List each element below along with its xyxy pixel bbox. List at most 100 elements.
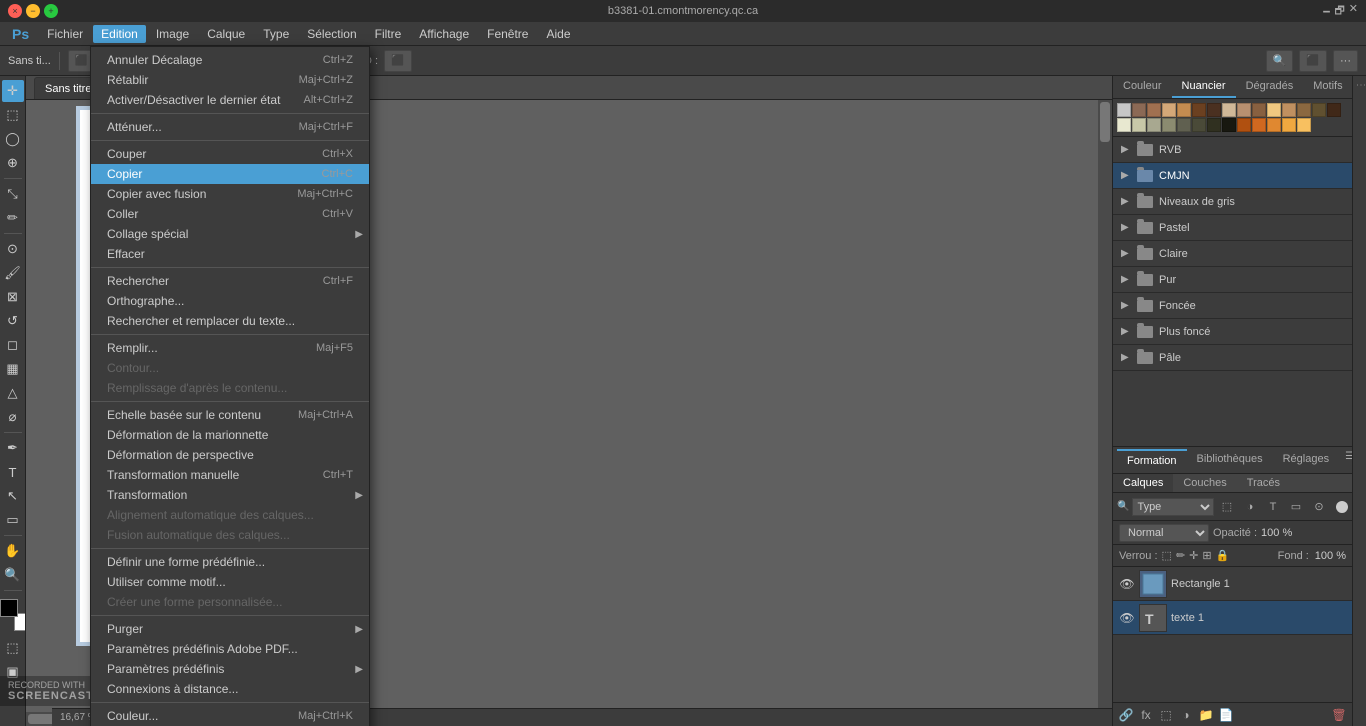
lasso-tool[interactable]: ◯ xyxy=(2,128,24,150)
swatch-28[interactable] xyxy=(1297,118,1311,132)
eyedropper-tool[interactable]: ✏ xyxy=(2,207,24,229)
menu-connexions[interactable]: Connexions à distance... xyxy=(91,679,369,699)
minimize-button[interactable]: − xyxy=(26,4,40,18)
swatch-18[interactable] xyxy=(1147,118,1161,132)
layer-texte1[interactable]: 👁 T texte 1 xyxy=(1113,601,1352,635)
move-tool[interactable]: ✛ xyxy=(2,80,24,102)
path-select-tool[interactable]: ↖ xyxy=(2,485,24,507)
text-tool[interactable]: T xyxy=(2,461,24,483)
layer-tool-adjust[interactable]: ◑ xyxy=(1240,497,1260,517)
mode3d-button[interactable]: ⬛ xyxy=(384,50,412,72)
menu-copier[interactable]: Copier Ctrl+C xyxy=(91,164,369,184)
swatch-20[interactable] xyxy=(1177,118,1191,132)
swatch-21[interactable] xyxy=(1192,118,1206,132)
layer-type-select[interactable]: Type xyxy=(1132,498,1214,516)
menu-orthographe[interactable]: Orthographe... xyxy=(91,291,369,311)
maximize-button[interactable]: + xyxy=(44,4,58,18)
lock-icon-artboard[interactable]: ⊞ xyxy=(1202,549,1211,562)
menu-effacer[interactable]: Effacer xyxy=(91,244,369,264)
workspaces-button[interactable]: ⬛ xyxy=(1299,50,1327,72)
more-button[interactable]: ··· xyxy=(1333,50,1358,72)
gradient-tool[interactable]: ▦ xyxy=(2,358,24,380)
swatch-9[interactable] xyxy=(1237,103,1251,117)
blend-mode-select[interactable]: Normal xyxy=(1119,524,1209,542)
tab-motifs[interactable]: Motifs xyxy=(1303,76,1352,98)
sub-tab-couches[interactable]: Couches xyxy=(1173,474,1236,492)
menu-filtre[interactable]: Filtre xyxy=(367,25,410,43)
group-claire[interactable]: ▶ Claire xyxy=(1113,241,1352,267)
lock-icon-transparent[interactable]: ⬚ xyxy=(1162,549,1172,562)
menu-coller[interactable]: Coller Ctrl+V xyxy=(91,204,369,224)
group-pur[interactable]: ▶ Pur xyxy=(1113,267,1352,293)
swatch-24[interactable] xyxy=(1237,118,1251,132)
menu-copier-fusion[interactable]: Copier avec fusion Maj+Ctrl+C xyxy=(91,184,369,204)
add-group-button[interactable]: 📁 xyxy=(1197,706,1215,724)
menu-parametres-pdf[interactable]: Paramètres prédéfinis Adobe PDF... xyxy=(91,639,369,659)
tab-formation[interactable]: Formation xyxy=(1117,449,1187,473)
color-boxes[interactable] xyxy=(0,599,26,631)
menu-echelle[interactable]: Echelle basée sur le contenu Maj+Ctrl+A xyxy=(91,405,369,425)
swatch-22[interactable] xyxy=(1207,118,1221,132)
menu-deformation-marionnette[interactable]: Déformation de la marionnette xyxy=(91,425,369,445)
magic-wand-tool[interactable]: ⊕ xyxy=(2,152,24,174)
group-rvb[interactable]: ▶ RVB xyxy=(1113,137,1352,163)
swatch-5[interactable] xyxy=(1177,103,1191,117)
menu-deformation-perspective[interactable]: Déformation de perspective xyxy=(91,445,369,465)
menu-fenetre[interactable]: Fenêtre xyxy=(479,25,536,43)
layer-tool-pixel[interactable]: ⬚ xyxy=(1217,497,1237,517)
swatch-23[interactable] xyxy=(1222,118,1236,132)
menu-annuler[interactable]: Annuler Décalage Ctrl+Z xyxy=(91,50,369,70)
layer-effects-button[interactable]: fx xyxy=(1137,706,1155,724)
sub-tab-calques[interactable]: Calques xyxy=(1113,474,1173,492)
eye-icon-texte1[interactable]: 👁 xyxy=(1119,610,1135,626)
tab-reglages[interactable]: Réglages xyxy=(1273,449,1339,473)
menu-fichier[interactable]: Fichier xyxy=(39,25,91,43)
new-layer-button[interactable]: 📄 xyxy=(1217,706,1235,724)
group-plus-foncee[interactable]: ▶ Plus foncé xyxy=(1113,319,1352,345)
group-cmjn[interactable]: ▶ CMJN xyxy=(1113,163,1352,189)
menu-purger[interactable]: Purger ▶ xyxy=(91,619,369,639)
swatch-16[interactable] xyxy=(1117,118,1131,132)
tab-degrades[interactable]: Dégradés xyxy=(1236,76,1304,98)
hand-tool[interactable]: ✋ xyxy=(2,540,24,562)
crop-tool[interactable]: ⤡ xyxy=(2,183,24,205)
tab-bibliotheques[interactable]: Bibliothèques xyxy=(1187,449,1273,473)
group-pale[interactable]: ▶ Pâle xyxy=(1113,345,1352,371)
swatch-4[interactable] xyxy=(1162,103,1176,117)
tab-nuancier[interactable]: Nuancier xyxy=(1172,76,1236,98)
search-button[interactable]: 🔍 xyxy=(1266,50,1294,72)
dodge-tool[interactable]: ⌀ xyxy=(2,406,24,428)
menu-calque[interactable]: Calque xyxy=(199,25,253,43)
swatch-1[interactable] xyxy=(1117,103,1131,117)
menu-remplir[interactable]: Remplir... Maj+F5 xyxy=(91,338,369,358)
menu-activer[interactable]: Activer/Désactiver le dernier état Alt+C… xyxy=(91,90,369,110)
group-niveaux-gris[interactable]: ▶ Niveaux de gris xyxy=(1113,189,1352,215)
layer-tool-smart[interactable]: ⊙ xyxy=(1309,497,1329,517)
menu-retablir[interactable]: Rétablir Maj+Ctrl+Z xyxy=(91,70,369,90)
foreground-color[interactable] xyxy=(0,599,18,617)
sub-tab-traces[interactable]: Tracés xyxy=(1237,474,1290,492)
close-icon-right[interactable]: ✕ xyxy=(1349,2,1358,21)
vertical-scrollbar[interactable] xyxy=(1098,100,1112,712)
swatch-14[interactable] xyxy=(1312,103,1326,117)
swatch-19[interactable] xyxy=(1162,118,1176,132)
link-layers-button[interactable]: 🔗 xyxy=(1117,706,1135,724)
layer-tool-circle[interactable] xyxy=(1336,501,1348,513)
quick-mask-tool[interactable]: ⬚ xyxy=(2,637,24,659)
menu-rechercher-remplacer[interactable]: Rechercher et remplacer du texte... xyxy=(91,311,369,331)
swatch-15[interactable] xyxy=(1327,103,1341,117)
swatch-11[interactable] xyxy=(1267,103,1281,117)
menu-selection[interactable]: Sélection xyxy=(299,25,364,43)
swatch-10[interactable] xyxy=(1252,103,1266,117)
select-rect-tool[interactable]: ⬚ xyxy=(2,104,24,126)
vertical-scrollbar-thumb[interactable] xyxy=(1100,102,1110,142)
restore-icon[interactable]: 🗗 xyxy=(1334,2,1344,21)
swatch-13[interactable] xyxy=(1297,103,1311,117)
group-pastel[interactable]: ▶ Pastel xyxy=(1113,215,1352,241)
stamp-tool[interactable]: ⊠ xyxy=(2,286,24,308)
add-mask-button[interactable]: ⬚ xyxy=(1157,706,1175,724)
swatch-27[interactable] xyxy=(1282,118,1296,132)
menu-aide[interactable]: Aide xyxy=(538,25,578,43)
menu-edition[interactable]: Edition xyxy=(93,25,146,43)
layer-tool-shape[interactable]: ▭ xyxy=(1286,497,1306,517)
